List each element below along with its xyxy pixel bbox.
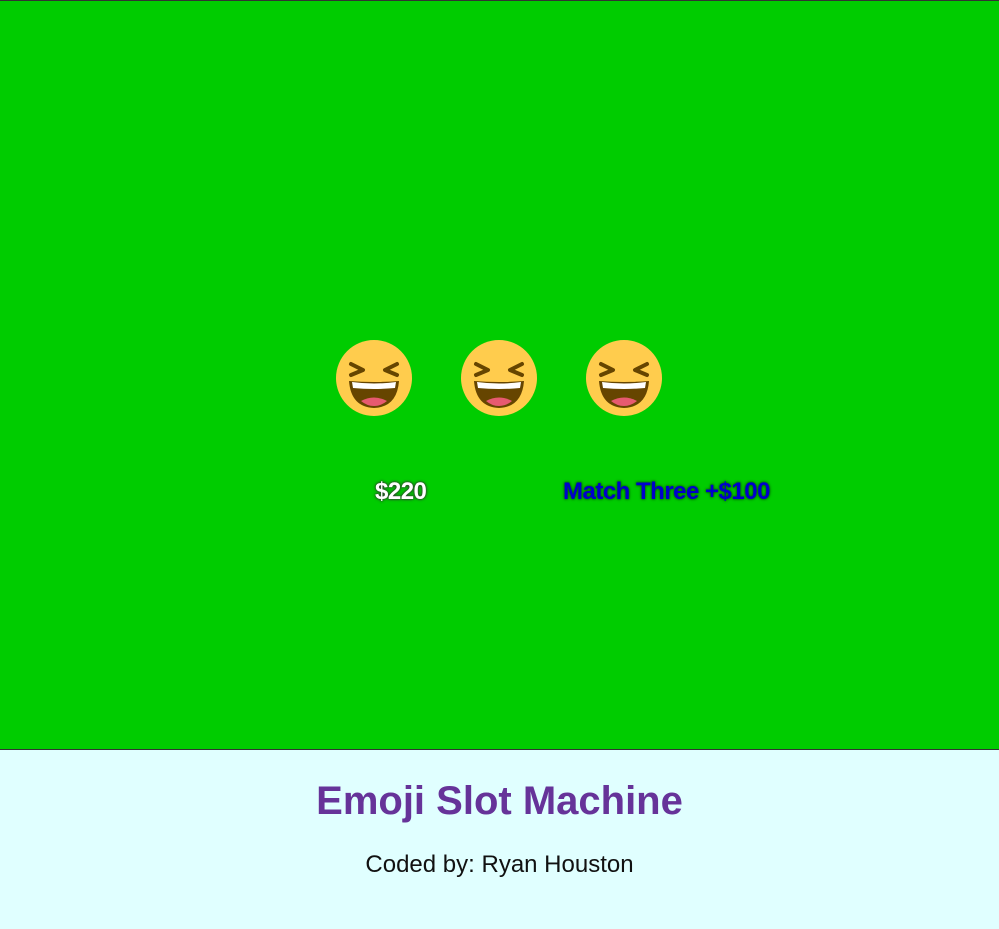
footer: Emoji Slot Machine Coded by: Ryan Housto… xyxy=(0,750,999,929)
slot-machine-area[interactable]: $220 Match Three +$100 xyxy=(0,0,999,750)
reel-3[interactable] xyxy=(585,339,663,417)
author-credit: Coded by: Ryan Houston xyxy=(365,851,634,878)
laughing-face-icon xyxy=(586,340,662,416)
laughing-face-icon xyxy=(461,340,537,416)
reel-1[interactable] xyxy=(335,339,413,417)
spin-result-message: Match Three +$100 xyxy=(563,478,770,505)
reels xyxy=(335,339,663,417)
laughing-face-icon xyxy=(336,340,412,416)
page-title: Emoji Slot Machine xyxy=(316,779,683,823)
reel-2[interactable] xyxy=(460,339,538,417)
money-balance: $220 xyxy=(375,478,427,505)
